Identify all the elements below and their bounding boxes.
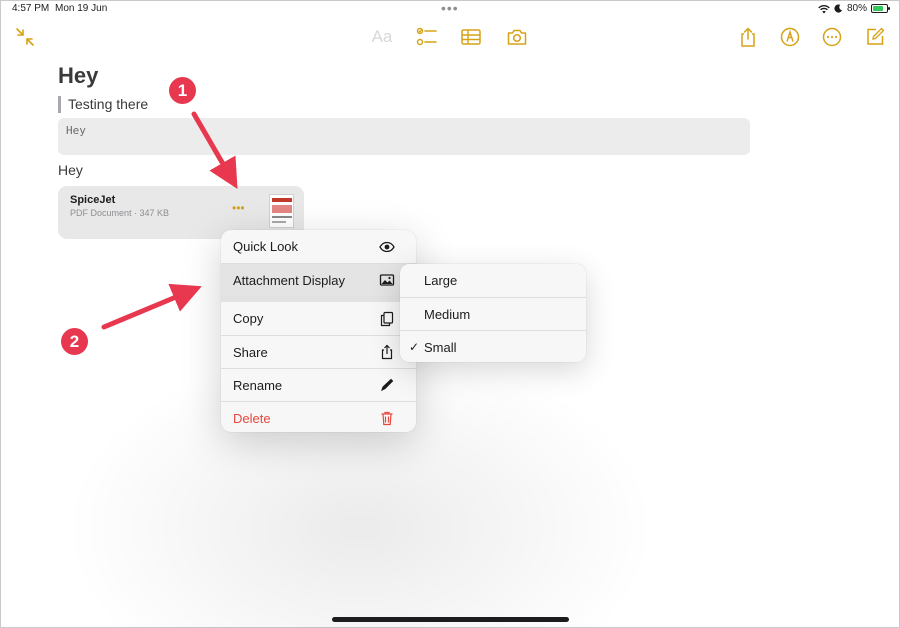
- battery-percent: 80%: [846, 3, 867, 14]
- submenu-item-small[interactable]: ✓ Small: [400, 330, 586, 362]
- copy-icon: [380, 311, 394, 326]
- attachment-display-submenu: Large Medium ✓ Small: [400, 264, 586, 362]
- compose-icon[interactable]: [864, 26, 886, 48]
- multitasking-dots[interactable]: •••: [441, 0, 459, 16]
- checkmark-icon: ✓: [409, 340, 420, 354]
- menu-item-copy[interactable]: Copy: [221, 296, 416, 335]
- pencil-icon: [381, 378, 394, 392]
- annotation-badge-1: 1: [169, 77, 196, 104]
- text-format-label: Aa: [371, 27, 393, 46]
- attachment-more-icon[interactable]: •••: [232, 201, 245, 215]
- collapse-icon[interactable]: [14, 26, 36, 48]
- camera-icon[interactable]: [506, 26, 528, 48]
- eye-icon: [379, 241, 395, 252]
- pdf-thumbnail: [269, 194, 294, 228]
- code-block[interactable]: Hey: [58, 118, 750, 155]
- menu-item-quick-look[interactable]: Quick Look: [221, 230, 416, 263]
- submenu-item-label: Small: [424, 339, 457, 355]
- status-right-cluster: 80%: [818, 3, 890, 14]
- status-time: 4:57 PM: [12, 3, 50, 14]
- menu-item-rename[interactable]: Rename: [221, 368, 416, 401]
- battery-icon: [871, 4, 890, 13]
- trash-icon: [381, 411, 393, 426]
- annotation-badge-2: 2: [61, 328, 88, 355]
- note-title[interactable]: Hey: [58, 63, 98, 89]
- submenu-item-medium[interactable]: Medium: [400, 297, 586, 330]
- image-icon: [379, 274, 395, 286]
- block-quote[interactable]: Testing there: [58, 96, 148, 113]
- attachment-name: SpiceJet: [70, 194, 116, 206]
- moon-icon: [834, 4, 843, 13]
- menu-item-label: Quick Look: [233, 239, 299, 254]
- text-format-button[interactable]: Aa: [371, 26, 393, 48]
- menu-item-label: Attachment Display: [233, 272, 345, 288]
- share-icon: [381, 344, 393, 360]
- submenu-item-label: Medium: [424, 306, 471, 322]
- table-icon[interactable]: [460, 26, 482, 48]
- menu-item-label: Copy: [233, 311, 264, 326]
- menu-item-label: Delete: [233, 410, 271, 426]
- submenu-item-label: Large: [424, 273, 458, 288]
- checklist-icon[interactable]: [416, 26, 438, 48]
- status-date: Mon 19 Jun: [55, 3, 108, 14]
- note-body-text[interactable]: Hey: [58, 162, 83, 178]
- home-indicator[interactable]: [332, 617, 569, 622]
- menu-item-delete[interactable]: Delete: [221, 401, 416, 432]
- wifi-icon: [818, 4, 830, 13]
- submenu-item-large[interactable]: Large: [400, 264, 586, 297]
- menu-item-attachment-display[interactable]: Attachment Display: [221, 263, 416, 296]
- menu-item-label: Rename: [233, 377, 283, 393]
- menu-item-share[interactable]: Share: [221, 335, 416, 368]
- attachment-meta: PDF Document · 347 KB: [70, 208, 170, 218]
- attachment-context-menu: Quick Look Attachment Display Copy Share…: [221, 230, 416, 432]
- menu-item-label: Share: [233, 344, 268, 360]
- markup-icon[interactable]: [779, 26, 801, 48]
- battery-fill: [873, 6, 883, 11]
- more-icon[interactable]: [821, 26, 843, 48]
- share-icon[interactable]: [737, 26, 759, 48]
